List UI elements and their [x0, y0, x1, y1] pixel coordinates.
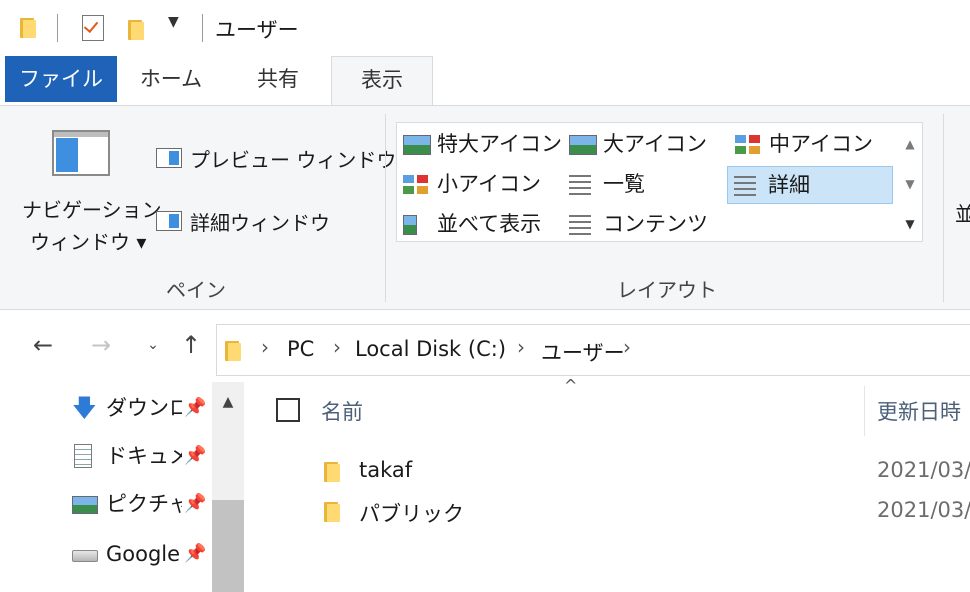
layout-extra-large-icons[interactable]: 特大アイコン: [397, 126, 562, 162]
layout-list[interactable]: 一覧: [563, 166, 723, 202]
table-row[interactable]: パブリック 2021/03/: [248, 492, 970, 532]
layout-large-icons[interactable]: 大アイコン: [563, 126, 723, 162]
group-separator: [385, 114, 386, 302]
gallery-scroll-down-icon[interactable]: ▼: [898, 165, 922, 203]
file-list: ^ 名前 更新日時 takaf 2021/03/ パブリック 2021/03/: [248, 376, 970, 592]
recent-locations-icon[interactable]: ⌄: [138, 330, 168, 360]
navigation-bar: ← → ⌄ ↑ › PC › Local Disk (C:) › ユーザー ›: [0, 310, 970, 382]
folder-icon: [225, 339, 241, 361]
drive-icon: [72, 550, 98, 562]
content-view-icon: [569, 215, 591, 235]
tab-view[interactable]: 表示: [331, 56, 433, 106]
file-name: パブリック: [359, 502, 464, 526]
file-modified: 2021/03/: [877, 458, 970, 482]
download-arrow-icon: 🡇: [72, 394, 97, 422]
layout-details[interactable]: 詳細: [727, 166, 893, 204]
column-header-name[interactable]: 名前: [321, 396, 363, 426]
breadcrumb-local-disk[interactable]: Local Disk (C:): [355, 337, 506, 361]
ribbon-panel: ナビゲーション ウィンドウ ▾ プレビュー ウィンドウ 詳細ウィンドウ ペイン …: [0, 105, 970, 310]
column-header-modified[interactable]: 更新日時: [877, 396, 961, 426]
tab-home[interactable]: ホーム: [128, 56, 214, 102]
toolbar-separator: [57, 14, 58, 42]
folder-icon: [324, 460, 340, 482]
details-view-icon: [734, 176, 756, 196]
tab-share[interactable]: 共有: [240, 56, 316, 102]
details-pane-button[interactable]: 詳細ウィンドウ: [190, 207, 330, 236]
navigation-pane-label-2[interactable]: ウィンドウ ▾: [30, 226, 146, 255]
layout-tiles[interactable]: 並べて表示: [397, 206, 561, 242]
document-icon: [74, 444, 92, 468]
navigation-pane-label-1[interactable]: ナビゲーション: [22, 194, 162, 223]
properties-check-icon[interactable]: [82, 15, 104, 41]
folder-icon: [20, 16, 36, 38]
navigation-pane: 🡇 ダウンロ 📌 ドキュメン 📌 ピクチャ 📌 Google 📌: [0, 382, 246, 592]
ribbon-tabs: ファイル ホーム 共有 表示: [0, 56, 970, 106]
pane-group-label: ペイン: [166, 278, 226, 302]
preview-pane-button[interactable]: プレビュー ウィンドウ: [190, 144, 396, 173]
medium-icons-icon: [735, 135, 763, 155]
extra-large-icons-icon: [403, 135, 431, 155]
layout-small-icons[interactable]: 小アイコン: [397, 166, 561, 202]
folder-icon: [324, 500, 340, 522]
title-bar: ▼ ユーザー: [0, 0, 970, 56]
scroll-up-icon[interactable]: ▲: [212, 384, 244, 420]
navigation-pane-icon[interactable]: [52, 130, 110, 176]
breadcrumb-users[interactable]: ユーザー: [541, 337, 625, 367]
select-all-checkbox[interactable]: [276, 398, 300, 422]
layout-group-label: レイアウト: [617, 278, 717, 302]
scrollbar-thumb[interactable]: [212, 500, 244, 592]
back-arrow-icon[interactable]: ←: [28, 330, 58, 360]
file-modified: 2021/03/: [877, 498, 970, 522]
customize-dropdown-icon[interactable]: ▼: [168, 14, 179, 30]
small-icons-icon: [403, 175, 431, 195]
pin-icon: 📌: [184, 493, 207, 514]
sort-indicator: ^: [564, 376, 578, 395]
gallery-expand-icon[interactable]: ▼: [898, 205, 922, 243]
chevron-right-icon[interactable]: ›: [623, 335, 631, 359]
list-view-icon: [569, 175, 591, 195]
details-pane-icon[interactable]: [156, 211, 182, 231]
address-bar[interactable]: › PC › Local Disk (C:) › ユーザー ›: [216, 324, 970, 376]
layout-medium-icons[interactable]: 中アイコン: [729, 126, 893, 162]
tiles-icon: [403, 215, 417, 235]
chevron-right-icon[interactable]: ›: [517, 335, 525, 359]
table-row[interactable]: takaf 2021/03/: [248, 452, 970, 492]
breadcrumb-pc[interactable]: PC: [287, 337, 314, 361]
window-title: ユーザー: [215, 18, 299, 42]
forward-arrow-icon[interactable]: →: [86, 330, 116, 360]
tab-file[interactable]: ファイル: [5, 56, 117, 102]
preview-pane-icon[interactable]: [156, 148, 182, 168]
layout-content[interactable]: コンテンツ: [563, 206, 723, 242]
pin-icon: 📌: [184, 543, 207, 564]
layout-gallery: 特大アイコン 大アイコン 中アイコン 小アイコン 一覧 詳細 並べて表示 コンテ…: [396, 122, 923, 242]
pin-icon: 📌: [184, 445, 207, 466]
group-separator: [943, 114, 944, 302]
chevron-right-icon[interactable]: ›: [333, 335, 341, 359]
pictures-icon: [72, 496, 98, 514]
toolbar-separator: [202, 14, 203, 42]
pin-icon: 📌: [184, 397, 207, 418]
file-name: takaf: [359, 458, 413, 482]
large-icons-icon: [569, 135, 597, 155]
sort-group-partial[interactable]: 並: [955, 198, 970, 227]
column-divider[interactable]: [864, 386, 865, 436]
chevron-right-icon[interactable]: ›: [261, 335, 269, 359]
gallery-scroll-up-icon[interactable]: ▲: [898, 125, 922, 163]
new-folder-icon[interactable]: [128, 18, 144, 40]
up-arrow-icon[interactable]: ↑: [176, 330, 206, 360]
